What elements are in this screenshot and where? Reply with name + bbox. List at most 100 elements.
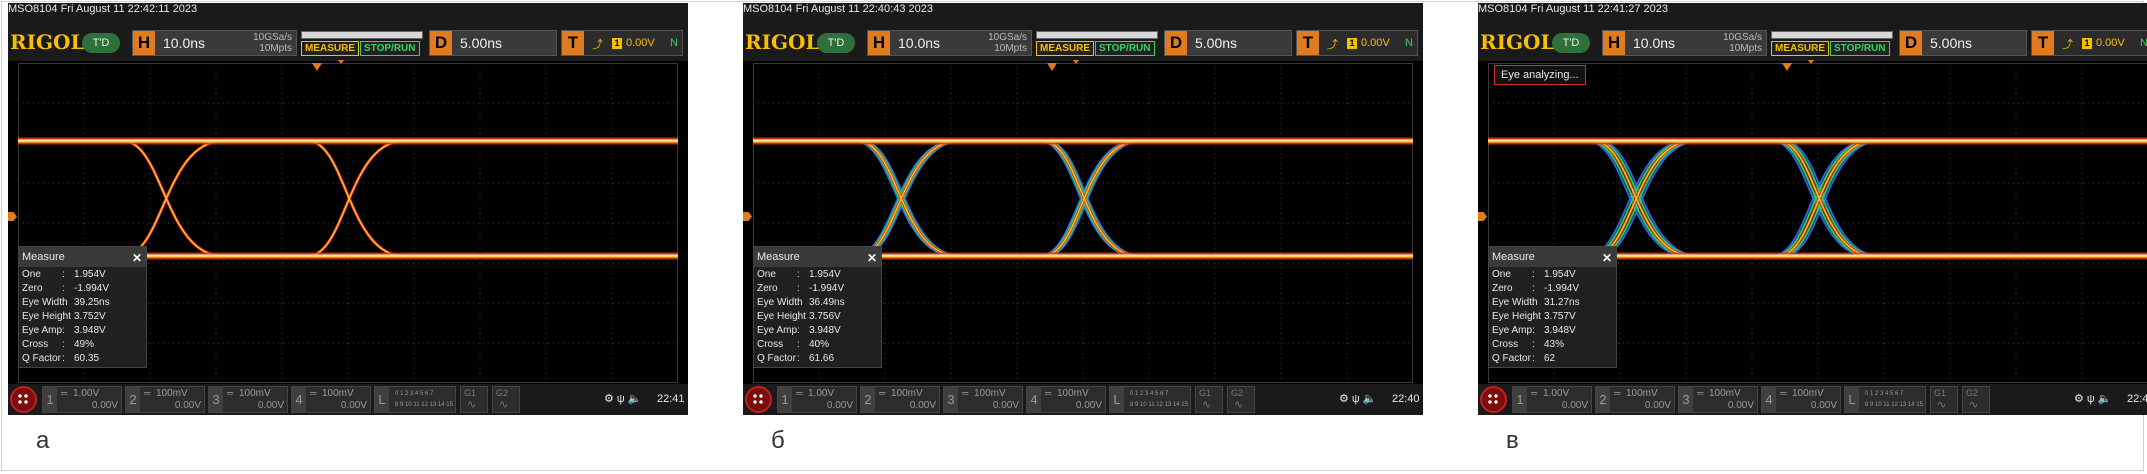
- rising-edge-icon: ⤴: [592, 39, 603, 51]
- delay-box[interactable]: D 5.00ns: [429, 30, 557, 56]
- measure-colon: :: [62, 339, 65, 350]
- channel-2-box[interactable]: 2 ═ 100mV 0.00V: [860, 386, 940, 413]
- channel-2-box[interactable]: 2 ═ 100mV 0.00V: [125, 386, 205, 413]
- horizontal-scale-box[interactable]: H 10.0ns 10GSa/s 10Mpts: [867, 30, 1032, 56]
- generator-2-box[interactable]: G2 ∿: [1227, 386, 1255, 413]
- channel-3-box[interactable]: 3 ═ 100mV 0.00V: [1678, 386, 1758, 413]
- generator-2-box[interactable]: G2 ∿: [492, 386, 520, 413]
- speaker-icon[interactable]: 🔈: [2098, 393, 2112, 405]
- trigger-level: 0.00V: [1361, 37, 1390, 49]
- home-menu-icon[interactable]: [10, 386, 37, 413]
- channel-4-box[interactable]: 4 ═ 100mV 0.00V: [1761, 386, 1841, 413]
- trigger-box[interactable]: T ⤴ 1 0.00V N: [2031, 30, 2147, 56]
- measure-key: One: [1492, 269, 1511, 280]
- close-icon[interactable]: ✕: [867, 248, 877, 268]
- trigger-box[interactable]: T ⤴ 1 0.00V N: [561, 30, 683, 56]
- channel-4-box[interactable]: 4 ═ 100mV 0.00V: [1026, 386, 1106, 413]
- measure-colon: :: [797, 325, 800, 336]
- sine-wave-icon: ∿: [1969, 399, 1979, 411]
- measure-button[interactable]: MEASURE: [1036, 41, 1095, 56]
- trigger-position-marker[interactable]: [1782, 63, 1792, 71]
- coupling-icon: ═: [227, 388, 234, 398]
- measure-button[interactable]: MEASURE: [1771, 41, 1830, 56]
- t-letter: T: [562, 31, 584, 55]
- measure-colon: :: [797, 269, 800, 280]
- trigger-status-badge[interactable]: T'D: [1552, 33, 1590, 53]
- channel-number: 4: [1027, 387, 1041, 412]
- settings-gear-icon[interactable]: ⚙: [2074, 393, 2087, 405]
- generator-1-box[interactable]: G1 ∿: [1930, 386, 1958, 413]
- speaker-icon[interactable]: 🔈: [628, 393, 642, 405]
- trigger-position-marker[interactable]: [1047, 63, 1057, 71]
- measure-key: Cross: [757, 339, 784, 350]
- generator-1-box[interactable]: G1 ∿: [460, 386, 488, 413]
- rigol-logo: RIGOL: [10, 30, 85, 54]
- horizontal-scale-box[interactable]: H 10.0ns 10GSa/s 10Mpts: [1602, 30, 1767, 56]
- measure-key: Zero: [757, 283, 778, 294]
- logic-analyzer-box[interactable]: L 0 1 2 3 4 5 6 7 8 9 10 11 12 13 14 15: [1109, 386, 1191, 413]
- delay-value: 5.00ns: [460, 35, 503, 51]
- close-icon[interactable]: ✕: [1602, 248, 1612, 268]
- channel-1-box[interactable]: 1 ═ 1.00V 0.00V: [42, 386, 122, 413]
- t-letter: T: [1297, 31, 1319, 55]
- trigger-status-badge[interactable]: T'D: [817, 33, 855, 53]
- h-scale-value: 10.0ns: [898, 35, 941, 51]
- memory-overview-bar[interactable]: [301, 31, 423, 39]
- measure-key: Eye Amp: [1492, 325, 1533, 336]
- delay-marker: [1808, 60, 1814, 64]
- stop-run-button[interactable]: STOP/RUN: [1830, 41, 1890, 56]
- channel-2-box[interactable]: 2 ═ 100mV 0.00V: [1595, 386, 1675, 413]
- channel-scale: 100mV: [974, 388, 1006, 399]
- generator-1-box[interactable]: G1 ∿: [1195, 386, 1223, 413]
- measure-row: Zero: -1.994V: [1492, 283, 1579, 294]
- measure-panel-header: Measure ✕: [1489, 247, 1616, 267]
- trigger-mode-letter: N: [670, 37, 678, 49]
- la-channels-row2: 8 9 10 11 12 13 14 15: [1865, 402, 1923, 408]
- channel-3-box[interactable]: 3 ═ 100mV 0.00V: [208, 386, 288, 413]
- measure-row: Eye Width: 39.25ns: [22, 297, 110, 308]
- channel-1-box[interactable]: 1 ═ 1.00V 0.00V: [1512, 386, 1592, 413]
- delay-marker: [338, 60, 344, 64]
- measure-row: Q Factor: 60.35: [22, 353, 99, 364]
- measure-panel-title: Measure: [757, 251, 800, 263]
- channel-1-box[interactable]: 1 ═ 1.00V 0.00V: [777, 386, 857, 413]
- channel1-ground-marker[interactable]: [743, 212, 752, 221]
- channel-scale: 100mV: [891, 388, 923, 399]
- channel1-ground-marker[interactable]: [8, 212, 17, 221]
- home-menu-icon[interactable]: [745, 386, 772, 413]
- speaker-icon[interactable]: 🔈: [1363, 393, 1377, 405]
- settings-gear-icon[interactable]: ⚙: [604, 393, 617, 405]
- delay-box[interactable]: D 5.00ns: [1164, 30, 1292, 56]
- generator-2-box[interactable]: G2 ∿: [1962, 386, 1990, 413]
- settings-gear-icon[interactable]: ⚙: [1339, 393, 1352, 405]
- home-menu-icon[interactable]: [1480, 386, 1507, 413]
- measure-button[interactable]: MEASURE: [301, 41, 360, 56]
- trigger-box[interactable]: T ⤴ 1 0.00V N: [1296, 30, 1418, 56]
- sample-rate-value: 10GSa/s: [253, 32, 292, 43]
- horizontal-scale-box[interactable]: H 10.0ns 10GSa/s 10Mpts: [132, 30, 297, 56]
- measure-value: 31.27ns: [1544, 297, 1580, 308]
- trigger-source-badge: 1: [2082, 38, 2092, 49]
- channel1-ground-marker[interactable]: [1478, 212, 1487, 221]
- trigger-status-badge[interactable]: T'D: [82, 33, 120, 53]
- memory-overview-bar[interactable]: [1036, 31, 1158, 39]
- measure-value: 3.948V: [74, 325, 106, 336]
- logic-analyzer-box[interactable]: L 0 1 2 3 4 5 6 7 8 9 10 11 12 13 14 15: [1844, 386, 1926, 413]
- sample-rate: 10GSa/s 10Mpts: [253, 32, 292, 54]
- la-channels-row2: 8 9 10 11 12 13 14 15: [395, 402, 453, 408]
- trigger-position-marker[interactable]: [312, 63, 322, 71]
- channel-number: 4: [292, 387, 306, 412]
- stop-run-button[interactable]: STOP/RUN: [360, 41, 420, 56]
- la-letter: L: [1110, 387, 1124, 412]
- delay-box[interactable]: D 5.00ns: [1899, 30, 2027, 56]
- memory-overview-bar[interactable]: [1771, 31, 1893, 39]
- stop-run-button[interactable]: STOP/RUN: [1095, 41, 1155, 56]
- oscilloscope-screen-c: MSO8104 Fri August 11 22:41:27 2023 RIGOL…: [1478, 3, 2147, 415]
- channel-3-box[interactable]: 3 ═ 100mV 0.00V: [943, 386, 1023, 413]
- measure-key: Zero: [1492, 283, 1513, 294]
- close-icon[interactable]: ✕: [132, 248, 142, 268]
- measure-panel-title: Measure: [1492, 251, 1535, 263]
- trigger-mode-letter: N: [2140, 37, 2147, 49]
- channel-4-box[interactable]: 4 ═ 100mV 0.00V: [291, 386, 371, 413]
- logic-analyzer-box[interactable]: L 0 1 2 3 4 5 6 7 8 9 10 11 12 13 14 15: [374, 386, 456, 413]
